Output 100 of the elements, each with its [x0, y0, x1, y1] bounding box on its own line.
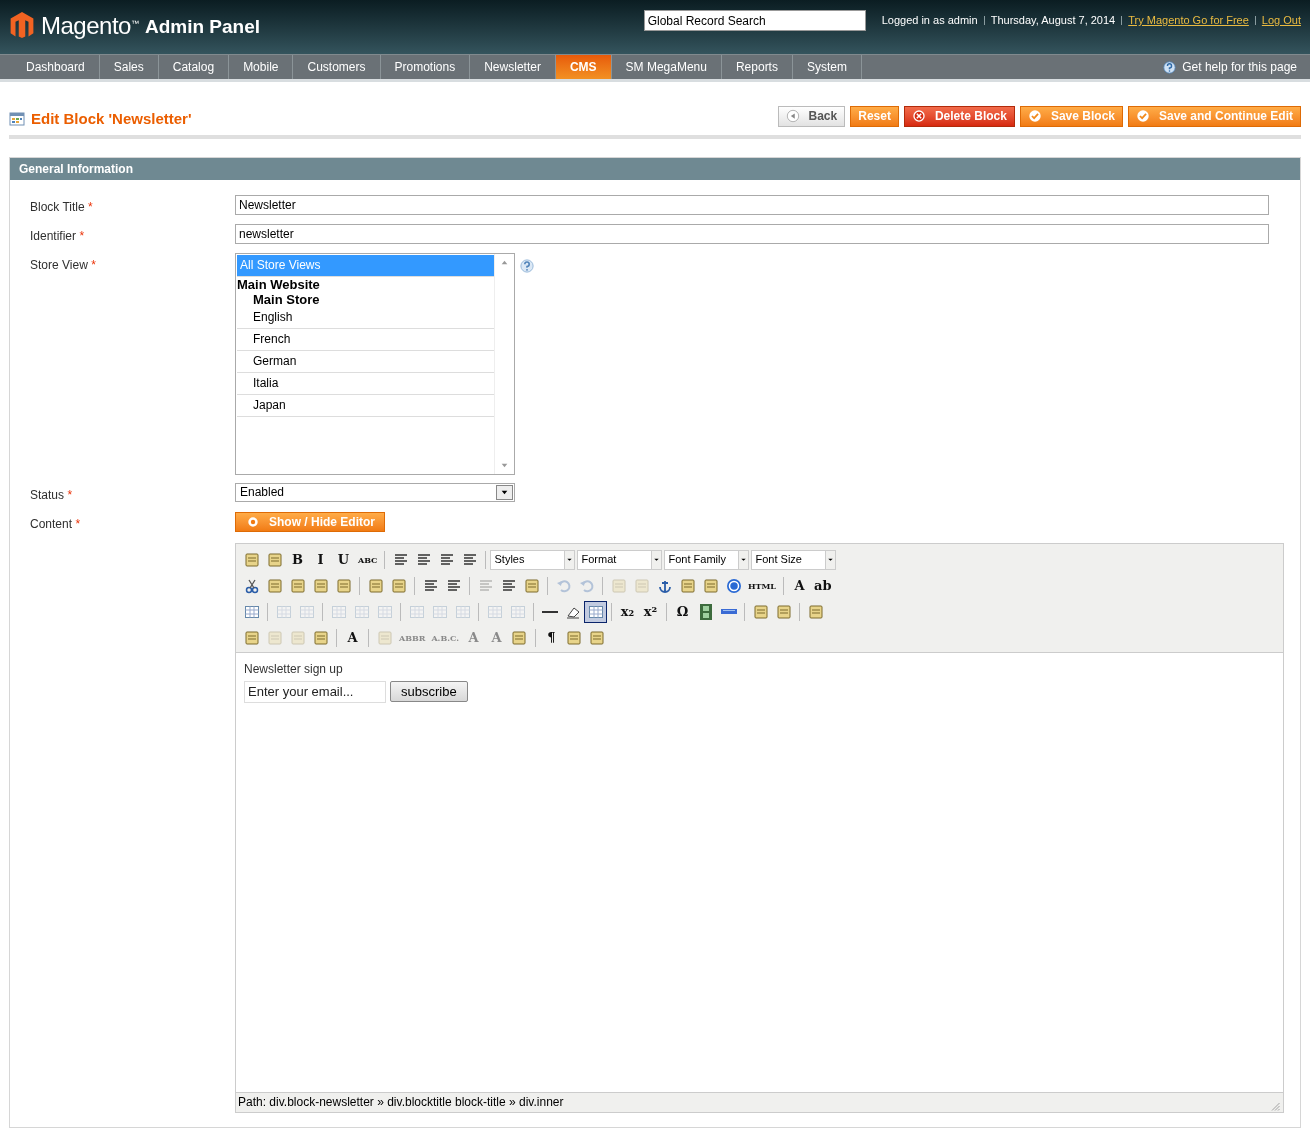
dropdown-arrow-icon	[566, 556, 574, 563]
logo-icon	[9, 10, 35, 40]
column-insert-icon	[408, 603, 425, 620]
row-insert-icon	[330, 603, 347, 620]
align-left-icon	[393, 551, 409, 568]
user-info: Logged in as admin	[881, 13, 978, 29]
nav-tab[interactable]: Sales	[99, 55, 159, 79]
table-cell-icon	[298, 603, 315, 620]
link-icon	[610, 577, 627, 594]
delete-icon	[911, 109, 926, 124]
column-delete-icon	[454, 603, 471, 620]
indent-icon	[500, 577, 517, 594]
nav-tab[interactable]: Mobile	[229, 55, 294, 79]
toolbar-button[interactable]: HTML	[745, 574, 779, 597]
checkmark-icon	[1027, 109, 1042, 124]
toolbar-button[interactable]: U	[332, 548, 355, 571]
field-label: Content	[30, 516, 73, 531]
trademark-mark: ™	[130, 19, 139, 28]
required-mark: *	[75, 516, 81, 531]
toolbar-button[interactable]: I	[309, 548, 332, 571]
back-button[interactable]: Back	[777, 105, 846, 127]
required-mark: *	[88, 199, 93, 214]
checkmark-icon	[1136, 109, 1150, 124]
unlink-icon	[633, 577, 650, 594]
field-label: Store View	[30, 257, 88, 272]
subscribe-button[interactable]: subscribe	[390, 681, 468, 702]
help-icon	[1163, 60, 1177, 74]
cut-icon	[243, 577, 260, 594]
nav-tab[interactable]: SM MegaMenu	[611, 55, 722, 79]
store-option[interactable]: French	[237, 328, 494, 351]
nav-tab[interactable]: Customers	[293, 55, 381, 79]
toolbar-button[interactable]: ab	[811, 574, 835, 597]
toolbar-button[interactable]: Ω	[671, 600, 694, 623]
help-icon	[725, 577, 742, 594]
logo-subtitle: Admin Panel	[144, 15, 260, 39]
toolbar-button[interactable]: A	[788, 574, 811, 597]
page-title: Edit Block 'Newsletter'	[31, 109, 192, 129]
option-group-label: Main Store	[252, 291, 321, 307]
nav-tab[interactable]: Dashboard	[12, 55, 100, 79]
toolbar-button[interactable]: A	[341, 626, 364, 649]
toolbar-button[interactable]: ¶	[539, 626, 563, 649]
field-label: Block Title	[30, 199, 85, 214]
toolbar-button[interactable]: ABC	[355, 548, 381, 571]
row-insert-icon	[353, 603, 370, 620]
eye-icon	[245, 516, 261, 527]
store-option[interactable]: German	[237, 350, 494, 373]
help-icon	[520, 258, 534, 273]
numbered-list-icon	[445, 577, 462, 594]
store-option[interactable]: Italia	[237, 372, 494, 395]
store-option[interactable]: English	[237, 306, 494, 329]
dropdown-arrow-icon	[653, 556, 661, 563]
row-delete-icon	[376, 603, 393, 620]
date-text: Thursday, August 7, 2014	[990, 13, 1116, 29]
format-dropdown[interactable]: Font Size	[751, 549, 837, 570]
justify-icon	[462, 551, 478, 568]
toolbar-button[interactable]	[584, 600, 607, 623]
toolbar-button[interactable]: x₂	[616, 600, 639, 623]
text-field[interactable]: Newsletter	[235, 194, 1269, 215]
align-center-icon	[416, 551, 432, 568]
nav-tab[interactable]: Reports	[721, 55, 793, 79]
page-icon	[9, 111, 25, 128]
film-icon	[699, 603, 712, 620]
split-cells-icon	[509, 603, 526, 620]
toolbar-button[interactable]: x²	[639, 600, 662, 623]
grid-icon	[587, 603, 604, 620]
email-field[interactable]: Enter your email...	[244, 680, 386, 703]
element-path: Path: div.block-newsletter » div.blocktitle block-title » div.inner	[238, 1094, 564, 1111]
field-label: Status	[30, 487, 65, 502]
format-dropdown[interactable]: Styles	[490, 549, 576, 570]
dropdown-arrow-icon	[827, 556, 835, 563]
nav-tab[interactable]: System	[792, 55, 862, 79]
column-insert-icon	[431, 603, 448, 620]
toolbar-button[interactable]: B	[286, 548, 309, 571]
required-mark: *	[79, 228, 85, 243]
horizontal-rule-icon	[541, 610, 558, 613]
help-link[interactable]: Get help for this page	[1182, 58, 1297, 76]
nav-tab[interactable]: Catalog	[158, 55, 230, 79]
table-icon	[243, 603, 260, 620]
newsletter-heading: Newsletter sign up	[244, 660, 344, 678]
format-dropdown[interactable]: Font Family	[664, 549, 750, 570]
merge-cells-icon	[486, 603, 503, 620]
option-group-label: Main Website	[237, 276, 321, 292]
dropdown-arrow-icon	[740, 556, 748, 563]
table-row-icon	[275, 603, 292, 620]
rule-bar-icon	[720, 609, 737, 614]
text-field[interactable]: newsletter	[235, 223, 1269, 244]
field-label: Identifier	[30, 228, 77, 243]
header-link[interactable]: Log Out	[1261, 12, 1301, 29]
delete-button[interactable]: Delete Block	[903, 105, 1015, 127]
format-dropdown[interactable]: Format	[577, 549, 663, 570]
nav-tab[interactable]: Promotions	[380, 55, 471, 79]
required-mark: *	[91, 257, 96, 272]
outdent-icon	[477, 577, 494, 594]
search-field[interactable]: Global Record Search	[643, 10, 866, 31]
required-mark: *	[67, 487, 73, 502]
store-option[interactable]: Japan	[237, 394, 494, 417]
store-view-list[interactable]: All Store Views Main Website Main Store English French German Italia Japan	[235, 252, 515, 475]
status-select[interactable]: Enabled	[235, 482, 515, 502]
header-link[interactable]: Try Magento Go for Free	[1128, 12, 1249, 29]
nav-tab[interactable]: Newsletter	[470, 55, 556, 79]
